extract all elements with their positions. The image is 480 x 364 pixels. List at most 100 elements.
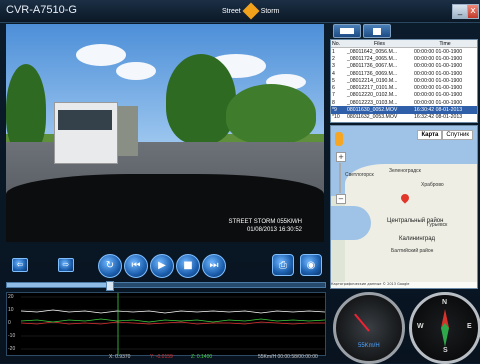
gsensor-graph: 20 10 0 -10 -20: [6, 292, 326, 356]
delete-file-button[interactable]: [363, 24, 391, 38]
file-cell-no: 4: [332, 70, 335, 77]
file-row[interactable]: 6 _08012217_0101.M... 00:00:00 01-00-1900: [331, 84, 477, 91]
file-cell-no: 5: [332, 77, 335, 84]
pegman-icon[interactable]: [335, 132, 343, 146]
file-row[interactable]: *9 08011630_0052.MOV 16:30:42 08-01-2013: [331, 106, 477, 114]
minimize-button[interactable]: _: [452, 4, 468, 19]
x-readout: X: 0.9370: [109, 354, 131, 360]
file-cell-time: 00:00:00 01-00-1900: [413, 48, 463, 55]
speedometer-gauge: 55Km/H: [333, 292, 405, 364]
play-button[interactable]: ▶: [150, 254, 174, 278]
col-no[interactable]: No.: [331, 40, 346, 48]
file-cell-file: 08011634_0054.MOV: [346, 121, 413, 123]
file-row[interactable]: 7 _08012220_0102.M... 00:00:00 01-00-1900: [331, 92, 477, 99]
title-bar: CVR-A7510-G Street Storm _ x: [0, 0, 480, 23]
overlay-datetime: 01/08/2013 16:30:52: [246, 227, 302, 233]
file-cell-file: _08011736_0069.M...: [347, 70, 398, 77]
file-table: No. Files Time 1 _08011642_0056.M... 00:00…: [331, 40, 477, 123]
open-folder-button[interactable]: [333, 24, 361, 38]
file-row[interactable]: 8 _08012223_0103.M... 00:00:00 01-00-1900: [331, 99, 477, 106]
prev-file-button[interactable]: ⇦: [12, 258, 28, 272]
map-view[interactable]: + − Карта Спутник Зеленоградск Светлогор…: [330, 125, 478, 289]
zoom-control: + −: [336, 152, 346, 204]
tab-satellite[interactable]: Спутник: [442, 130, 473, 140]
file-cell-file: 08011630_0052.MOV: [346, 106, 413, 114]
loop-button[interactable]: ↻: [98, 254, 122, 278]
compass-needle-icon: [441, 309, 449, 347]
seek-bar[interactable]: [6, 281, 326, 291]
tab-map[interactable]: Карта: [417, 130, 443, 140]
map-lagoon: [331, 206, 371, 240]
file-cell-file: _08011642_0056.M...: [347, 48, 398, 55]
zoom-slider[interactable]: [339, 163, 341, 193]
file-cell-file: 08011632_0053.MOV: [347, 114, 398, 121]
file-cell-file: _08012217_0101.M...: [347, 85, 398, 92]
seek-progress: [7, 283, 109, 287]
file-cell-file: _08011724_0065.M...: [347, 55, 398, 62]
file-cell-no: 1: [332, 48, 335, 55]
map-type-tabs: Карта Спутник: [417, 130, 473, 140]
brand-left: Street: [222, 7, 241, 15]
map-footer: Картографические данные © 2013 Google: [331, 282, 477, 288]
map-label: Калининград: [399, 236, 436, 242]
tree: [226, 84, 316, 144]
file-cell-file: _08012223_0103.M...: [347, 99, 398, 106]
file-row[interactable]: 2 _08011724_0065.M... 00:00:00 01-00-1900: [331, 55, 477, 62]
zoom-in-button[interactable]: +: [336, 152, 346, 162]
col-time[interactable]: Time: [412, 40, 477, 48]
file-row[interactable]: 1 _08011642_0056.M... 00:00:00 01-00-1900: [331, 48, 477, 56]
file-list[interactable]: No. Files Time 1 _08011642_0056.M... 00:00…: [330, 39, 478, 123]
snapshot-button[interactable]: ◉: [300, 254, 322, 276]
speedometer-needle: [354, 313, 370, 332]
file-cell-time: 16:30:42 08-01-2013: [412, 106, 477, 114]
file-row[interactable]: 5 _08012214_0190.M... 00:00:00 01-00-1900: [331, 77, 477, 84]
next-file-button[interactable]: ⇨: [58, 258, 74, 272]
file-cell-time: 00:00:00 01-00-1900: [413, 99, 463, 106]
map-label: Храброво: [421, 182, 444, 188]
overlay-speed: STREET STORM 055KM/H: [228, 219, 302, 225]
file-cell-time: 00:00:00 01-00-1900: [413, 77, 463, 84]
video-player[interactable]: STREET STORM 055KM/H 01/08/2013 16:30:52: [6, 24, 324, 242]
file-cell-file: _08012214_0190.M...: [347, 77, 398, 84]
file-row[interactable]: *10 08011632_0053.MOV 16:32:42 08-01-2013: [331, 114, 477, 121]
z-axis-trace: [20, 318, 325, 323]
folder-icon: [340, 28, 354, 34]
speedometer-readout: 55Km/H: [358, 343, 380, 349]
brand-diamond-icon: [242, 2, 260, 20]
zoom-out-button[interactable]: −: [336, 194, 346, 204]
file-cell-time: 00:00:00 01-00-1900: [413, 70, 463, 77]
brand-logo: Street Storm: [222, 2, 279, 20]
cloud: [76, 44, 126, 66]
file-cell-no: 3: [332, 63, 335, 70]
close-button[interactable]: x: [467, 4, 479, 19]
tree: [166, 54, 236, 144]
tree: [6, 64, 46, 154]
fast-forward-button[interactable]: ⏭: [202, 254, 226, 278]
file-cell-no: 2: [332, 55, 335, 62]
map-label: Балтийский район: [391, 248, 434, 254]
file-cell-no: 8: [332, 99, 335, 106]
col-files[interactable]: Files: [346, 40, 413, 48]
file-cell-time: 00:00:00 01-00-1900: [413, 55, 463, 62]
file-cell-no: 7: [332, 92, 335, 99]
file-toolbar: [331, 24, 476, 38]
file-row[interactable]: *1108011634_0054.MOV16:34:42 08-01-2013: [331, 121, 477, 123]
playback-controls: ⇦ ⇨ ↻ ⏮ ▶ ■ ⏭ ⎙ ◉: [6, 252, 324, 278]
compass-gauge: N S E W: [409, 292, 480, 364]
speed-time-readout: 55Km/H 00:00:58/00:00:00: [258, 354, 318, 360]
graph-plot: [20, 293, 325, 355]
cloud: [116, 62, 156, 80]
file-row[interactable]: 3 _08011736_0067.M... 00:00:00 01-00-1900: [331, 63, 477, 70]
rewind-button[interactable]: ⏮: [124, 254, 148, 278]
stop-button[interactable]: ■: [176, 254, 200, 278]
file-cell-time: 16:32:42 08-01-2013: [413, 114, 463, 121]
file-cell-no: 6: [332, 85, 335, 92]
file-row[interactable]: 4 _08011736_0069.M... 00:00:00 01-00-1900: [331, 70, 477, 77]
file-cell-file: _08012220_0102.M...: [347, 92, 398, 99]
trash-icon: [373, 28, 381, 35]
seek-thumb[interactable]: [105, 281, 114, 291]
map-label: Зеленоградск: [389, 168, 421, 174]
print-button[interactable]: ⎙: [272, 254, 294, 276]
video-overlay: STREET STORM 055KM/H 01/08/2013 16:30:52: [229, 218, 302, 234]
file-cell-file: _08011736_0067.M...: [347, 63, 398, 70]
